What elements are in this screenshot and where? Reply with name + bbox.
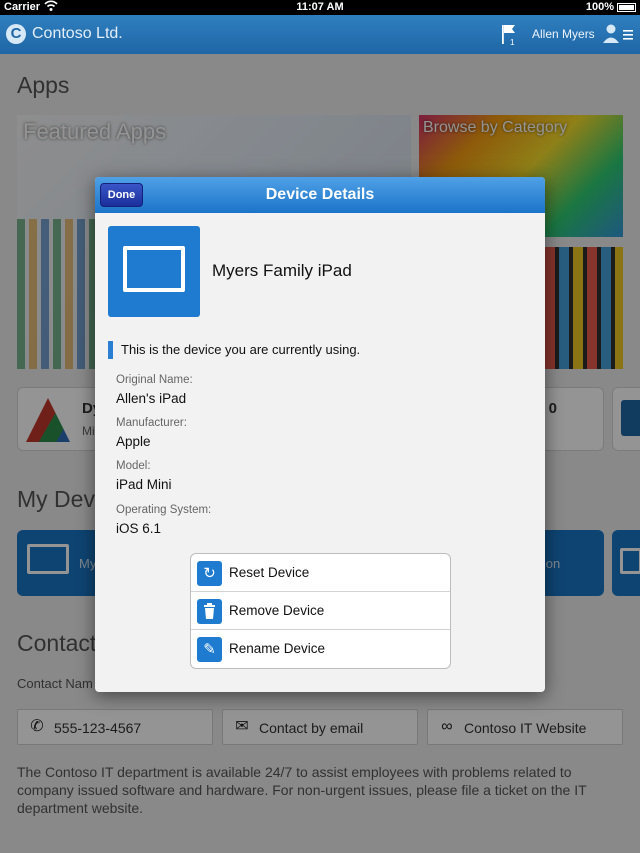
reset-device-button[interactable]: ↻ Reset Device	[191, 554, 450, 592]
remove-device-label: Remove Device	[229, 603, 325, 618]
rename-device-label: Rename Device	[229, 641, 326, 656]
reset-device-label: Reset Device	[229, 565, 310, 580]
trash-icon	[197, 599, 222, 624]
os-label: Operating System:	[116, 504, 212, 516]
app-header: C Contoso Ltd. 1 Allen Myers	[0, 15, 640, 54]
pencil-icon: ✎	[197, 637, 222, 662]
modal-header: Done Device Details	[95, 177, 545, 213]
brand-name: Contoso Ltd.	[32, 25, 123, 42]
manufacturer-value: Apple	[116, 434, 151, 449]
flag-icon[interactable]: 1	[500, 23, 520, 47]
contoso-logo-icon: C	[6, 24, 26, 44]
device-details-modal: Done Device Details Myers Family iPad Th…	[95, 177, 545, 692]
original-name-label: Original Name:	[116, 374, 193, 386]
original-name-value: Allen's iPad	[116, 391, 187, 406]
manufacturer-label: Manufacturer:	[116, 417, 187, 429]
status-bar: Carrier 11:07 AM 100%	[0, 0, 640, 15]
remove-device-button[interactable]: Remove Device	[191, 592, 450, 630]
model-value: iPad Mini	[116, 477, 172, 492]
reset-icon: ↻	[197, 561, 222, 586]
rename-device-button[interactable]: ✎ Rename Device	[191, 630, 450, 668]
modal-title: Device Details	[265, 186, 375, 203]
current-device-note: This is the device you are currently usi…	[108, 341, 360, 359]
device-actions-list: ↻ Reset Device Remove Device ✎ Rename De…	[190, 553, 451, 669]
user-name[interactable]: Allen Myers	[532, 27, 595, 41]
flag-count: 1	[510, 38, 515, 47]
tablet-icon	[108, 226, 200, 317]
status-time: 11:07 AM	[296, 1, 344, 13]
battery-percent: 100%	[585, 1, 614, 13]
os-value: iOS 6.1	[116, 521, 162, 536]
battery-icon	[617, 3, 636, 12]
user-menu-icon[interactable]	[603, 23, 635, 45]
model-label: Model:	[116, 460, 151, 472]
device-name: Myers Family iPad	[212, 261, 352, 280]
